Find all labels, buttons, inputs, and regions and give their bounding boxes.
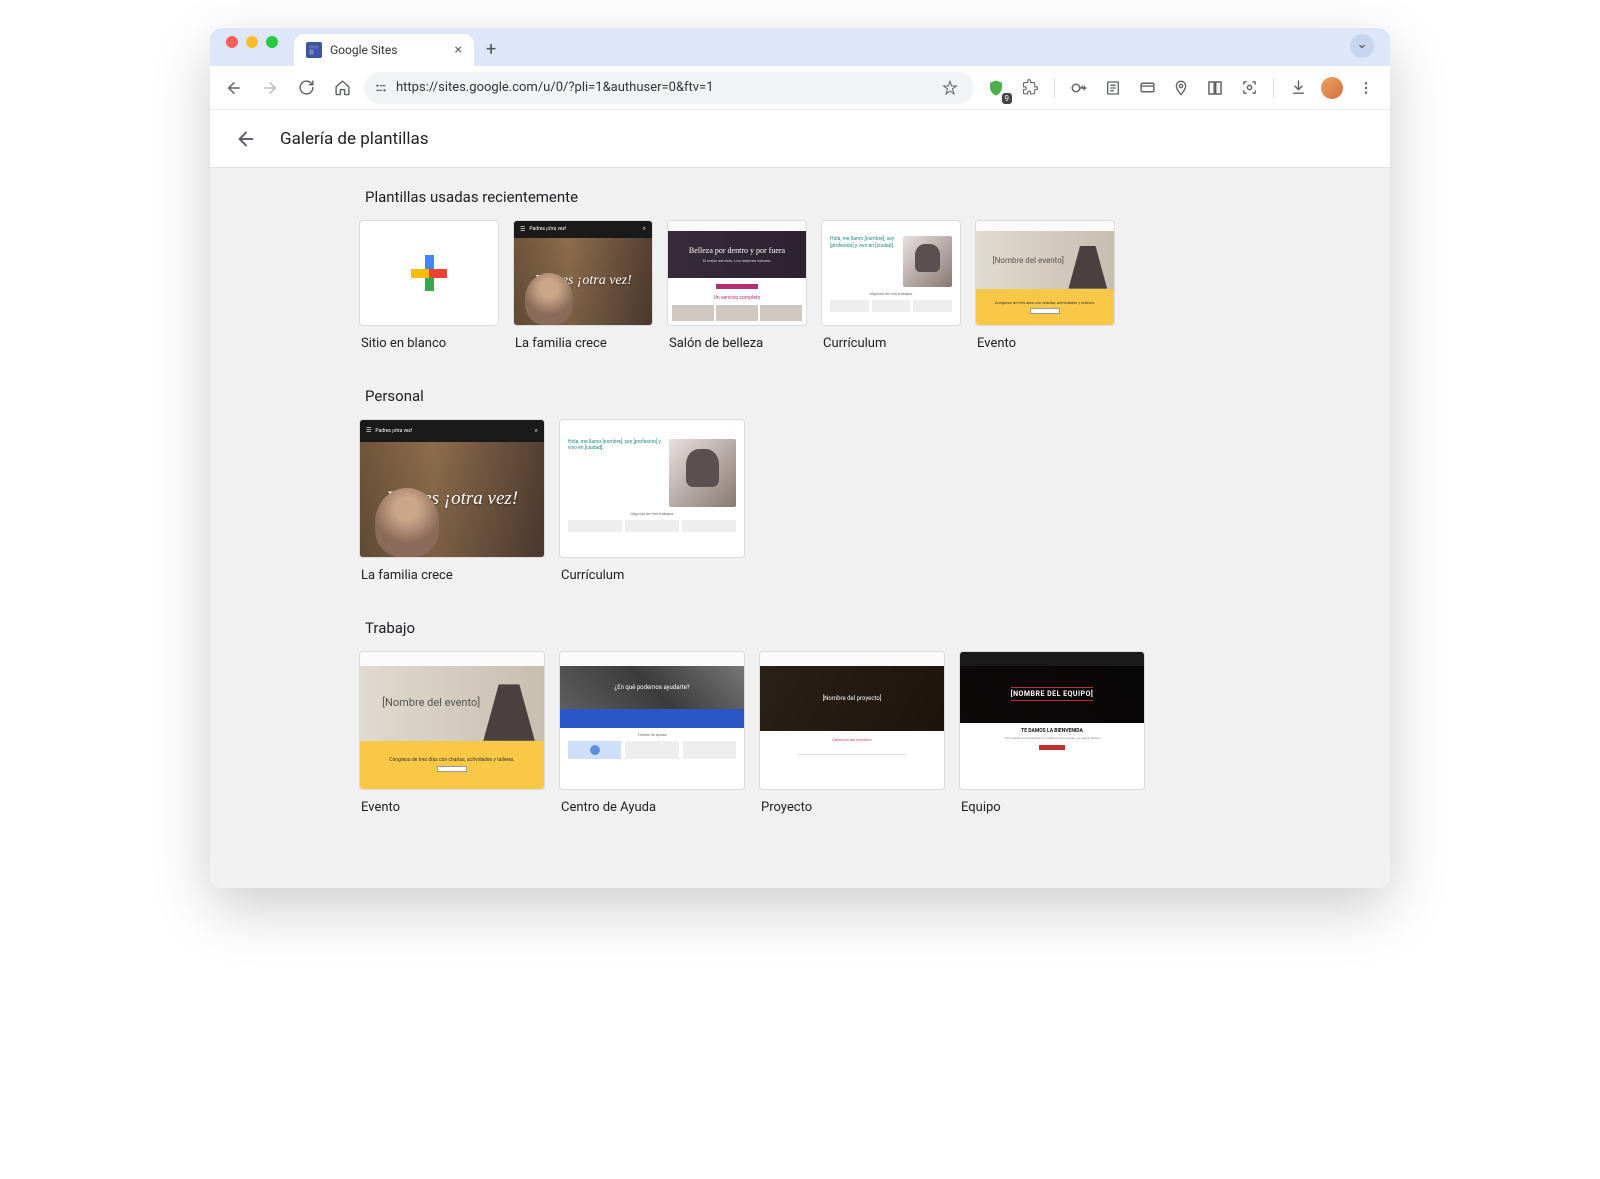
template-thumbnail: ☰Padres ¡otra vez!⌕Padres ¡otra vez! (359, 419, 545, 558)
template-row: ☰Padres ¡otra vez!⌕Padres ¡otra vez! La f… (359, 419, 1239, 583)
template-card-evento[interactable]: [Nombre del evento]Congreso de tres días… (975, 220, 1115, 351)
template-thumbnail: ☰Padres ¡otra vez!⌕Padres ¡otra vez! (513, 220, 653, 326)
nav-home-button[interactable] (328, 74, 356, 102)
titlebar: Google Sites × + (210, 28, 1390, 66)
template-section: Plantillas usadas recientementeSitio en … (359, 188, 1239, 351)
template-label: Equipo (959, 800, 1145, 815)
content-scroll-area[interactable]: Plantillas usadas recientementeSitio en … (210, 168, 1390, 888)
divider (1054, 78, 1055, 98)
sites-favicon-icon (306, 42, 322, 58)
page-header: Galería de plantillas (210, 110, 1390, 168)
template-label: Currículum (821, 336, 961, 351)
template-thumbnail: Belleza por dentro y por fueraEl mejor s… (667, 220, 807, 326)
tabs-dropdown-button[interactable] (1350, 34, 1374, 58)
plus-icon (411, 255, 447, 291)
window-close-button[interactable] (226, 36, 238, 48)
template-card-padres[interactable]: ☰Padres ¡otra vez!⌕Padres ¡otra vez! La f… (513, 220, 653, 351)
lens-icon[interactable] (1235, 74, 1263, 102)
template-thumbnail: ···Hola, me llamo [nombre], soy [profesi… (821, 220, 961, 326)
template-card-evento[interactable]: [Nombre del evento]Congreso de tres días… (359, 651, 545, 815)
toolbar-right (982, 74, 1380, 102)
passwords-icon[interactable] (1065, 74, 1093, 102)
section-title: Plantillas usadas recientemente (359, 188, 1239, 220)
site-settings-icon[interactable] (374, 81, 388, 95)
template-card-padres[interactable]: ☰Padres ¡otra vez!⌕Padres ¡otra vez! La f… (359, 419, 545, 583)
template-label: Currículum (559, 568, 745, 583)
window-maximize-button[interactable] (266, 36, 278, 48)
extension-shield-icon[interactable] (982, 74, 1010, 102)
browser-toolbar: https://sites.google.com/u/0/?pli=1&auth… (210, 66, 1390, 110)
template-card-ayuda[interactable]: ¿En qué podemos ayudarte?Temas de ayuda C… (559, 651, 745, 815)
page-title: Galería de plantillas (280, 129, 429, 149)
browser-menu-icon[interactable] (1352, 74, 1380, 102)
template-thumbnail: [NOMBRE DEL EQUIPO]TE DAMOS LA BIENVENID… (959, 651, 1145, 790)
template-label: Evento (359, 800, 545, 815)
bookmark-star-icon[interactable] (936, 74, 964, 102)
back-button[interactable] (230, 123, 262, 155)
nav-back-button[interactable] (220, 74, 248, 102)
chevron-down-icon (1356, 40, 1368, 52)
template-label: La familia crece (359, 568, 545, 583)
content: Plantillas usadas recientementeSitio en … (349, 168, 1249, 888)
template-card-salon[interactable]: Belleza por dentro y por fueraEl mejor s… (667, 220, 807, 351)
new-tab-button[interactable]: + (474, 39, 508, 66)
template-thumbnail: ¿En qué podemos ayudarte?Temas de ayuda (559, 651, 745, 790)
section-title: Personal (359, 387, 1239, 419)
section-title: Trabajo (359, 619, 1239, 651)
template-card-equipo[interactable]: [NOMBRE DEL EQUIPO]TE DAMOS LA BIENVENID… (959, 651, 1145, 815)
window-minimize-button[interactable] (246, 36, 258, 48)
browser-window: Google Sites × + https://sites.google.co… (210, 28, 1390, 888)
address-bar[interactable]: https://sites.google.com/u/0/?pli=1&auth… (364, 72, 974, 104)
browser-tab[interactable]: Google Sites × (294, 34, 474, 66)
nav-forward-button[interactable] (256, 74, 284, 102)
template-row: [Nombre del evento]Congreso de tres días… (359, 651, 1239, 815)
arrow-left-icon (235, 128, 257, 150)
reader-icon[interactable] (1099, 74, 1127, 102)
tab-title: Google Sites (330, 43, 447, 57)
template-thumbnail (359, 220, 499, 326)
template-thumbnail: [Nombre del evento]Congreso de tres días… (975, 220, 1115, 326)
reading-list-icon[interactable] (1201, 74, 1229, 102)
divider (1273, 78, 1274, 98)
nav-reload-button[interactable] (292, 74, 320, 102)
template-label: Centro de Ayuda (559, 800, 745, 815)
template-card-cv[interactable]: ···Hola, me llamo [nombre], soy [profesi… (559, 419, 745, 583)
template-thumbnail: [Nombre del evento]Congreso de tres días… (359, 651, 545, 790)
template-row: Sitio en blanco ☰Padres ¡otra vez!⌕Padres… (359, 220, 1239, 351)
profile-avatar[interactable] (1318, 74, 1346, 102)
payment-icon[interactable] (1133, 74, 1161, 102)
template-card-cv[interactable]: ···Hola, me llamo [nombre], soy [profesi… (821, 220, 961, 351)
template-section: Personal☰Padres ¡otra vez!⌕Padres ¡otra … (359, 387, 1239, 583)
tab-close-icon[interactable]: × (455, 42, 462, 58)
location-icon[interactable] (1167, 74, 1195, 102)
traffic-lights (220, 36, 284, 58)
template-label: La familia crece (513, 336, 653, 351)
template-label: Evento (975, 336, 1115, 351)
template-label: Sitio en blanco (359, 336, 499, 351)
template-card-blank[interactable]: Sitio en blanco (359, 220, 499, 351)
template-label: Proyecto (759, 800, 945, 815)
template-label: Salón de belleza (667, 336, 807, 351)
url-text: https://sites.google.com/u/0/?pli=1&auth… (396, 80, 928, 95)
template-thumbnail: [Nombre del proyecto]Objetivos del proye… (759, 651, 945, 790)
template-thumbnail: ···Hola, me llamo [nombre], soy [profesi… (559, 419, 745, 558)
template-section: Trabajo[Nombre del evento]Congreso de tr… (359, 619, 1239, 815)
extensions-icon[interactable] (1016, 74, 1044, 102)
template-card-proyecto[interactable]: [Nombre del proyecto]Objetivos del proye… (759, 651, 945, 815)
downloads-icon[interactable] (1284, 74, 1312, 102)
